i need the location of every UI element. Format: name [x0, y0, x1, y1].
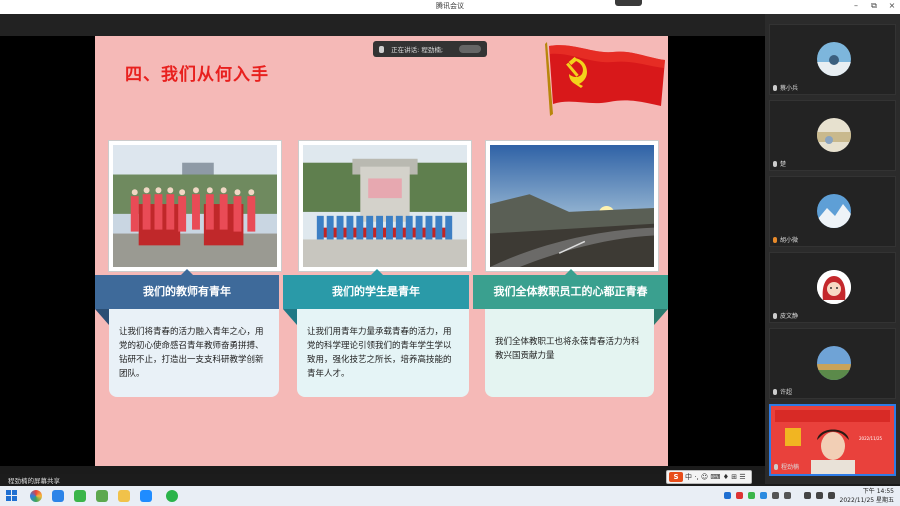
input-method-toolbar[interactable]: S 中 ·, ☺ ⌨ ♦ ⊞ ☰: [666, 470, 752, 484]
microphone-icon: [773, 161, 777, 167]
folder-icon[interactable]: [118, 490, 130, 502]
avatar: [817, 118, 851, 152]
microphone-icon: [773, 389, 777, 395]
participant-tile[interactable]: 楚: [769, 100, 896, 171]
card-heading-staff: 我们全体教职员工的心都正青春: [473, 275, 668, 309]
bluetooth-icon[interactable]: [724, 492, 731, 499]
screen-share-bar: 程劲楠的屏幕共享: [0, 474, 765, 486]
volume-icon[interactable]: [784, 492, 791, 499]
sogou-logo-icon: S: [669, 472, 683, 482]
avatar: [817, 42, 851, 76]
antivirus-icon[interactable]: [736, 492, 743, 499]
teachers-group-photo: [108, 140, 282, 272]
window-title: 腾讯会议: [436, 2, 464, 10]
students-group-photo: [298, 140, 472, 272]
participant-video-active[interactable]: 程劲楠 2022/11/25: [769, 404, 896, 476]
tencent-meeting-icon[interactable]: [140, 490, 152, 502]
network-icon[interactable]: [772, 492, 779, 499]
participant-tile[interactable]: 胡小微: [769, 176, 896, 247]
screen-share-notice: 程劲楠的屏幕共享: [8, 477, 60, 485]
card-pointer-icon: [371, 269, 383, 275]
windows-taskbar: 下午 14:55 2022/11/25 星期五: [0, 486, 900, 506]
party-flag-icon: [545, 42, 665, 116]
window-titlebar: 腾讯会议 – ⧉ ×: [0, 0, 900, 14]
avatar: [817, 194, 851, 228]
speaker-icon[interactable]: [828, 492, 835, 499]
microphone-icon: [773, 85, 777, 91]
microphone-icon: [773, 313, 777, 319]
participant-name: 胡小微: [780, 237, 799, 244]
avatar: [817, 270, 851, 304]
speaking-label: 正在讲话: 程劲楠;: [391, 46, 444, 54]
slide-title: 四、我们从何入手: [125, 65, 269, 85]
wifi-icon[interactable]: [816, 492, 823, 499]
presentation-slide: 正在讲话: 程劲楠; 四、我们从何入手 我们的教师有青年 我们的学生是青年 我们…: [95, 36, 668, 466]
card-heading-teachers: 我们的教师有青年: [95, 275, 279, 309]
clock-time: 下午 14:55: [862, 488, 894, 495]
participant-sidebar: 蔡小兵 楚 胡小微 皮文静 许超 程劲楠 2022/11/25: [765, 14, 900, 484]
audio-level-icon: [459, 45, 481, 53]
wps-icon[interactable]: [74, 490, 86, 502]
ime-options[interactable]: 中 ·, ☺ ⌨ ♦ ⊞ ☰: [685, 473, 746, 481]
wechat-icon[interactable]: [166, 490, 178, 502]
close-button[interactable]: ×: [886, 1, 898, 10]
host-icon: [773, 237, 777, 243]
windows-start-icon[interactable]: [6, 490, 18, 502]
card-fold: [95, 309, 109, 325]
microphone-icon: [774, 464, 778, 470]
participant-tile[interactable]: 皮文静: [769, 252, 896, 323]
spreadsheet-icon[interactable]: [96, 490, 108, 502]
participant-tile[interactable]: 蔡小兵: [769, 24, 896, 95]
card-fold: [654, 309, 668, 325]
card-body-students: 让我们用青年力量承载青春的活力，用党的科学理论引领我们的青年学生学以致用，强化技…: [297, 309, 469, 397]
clock-date: 2022/11/25 星期五: [839, 497, 895, 504]
card-fold: [283, 309, 297, 325]
video-caption: 2022/11/25: [859, 436, 883, 441]
card-heading-students: 我们的学生是青年: [283, 275, 469, 309]
card-pointer-icon: [181, 269, 193, 275]
participant-tile[interactable]: 许超: [769, 328, 896, 399]
card-pointer-icon: [565, 269, 577, 275]
meeting-tray-icon[interactable]: [760, 492, 767, 499]
avatar: [817, 346, 851, 380]
search-app-icon[interactable]: [52, 490, 64, 502]
drag-handle[interactable]: [615, 0, 642, 6]
card-body-teachers: 让我们将青春的活力融入青年之心，用党的初心使命感召青年教师奋勇拼搏、钻研不止，打…: [109, 309, 279, 397]
wechat-tray-icon[interactable]: [748, 492, 755, 499]
system-clock[interactable]: 下午 14:55 2022/11/25 星期五: [840, 487, 895, 505]
participant-name: 许超: [780, 389, 793, 396]
input-language-icon[interactable]: [804, 492, 811, 499]
meeting-toolbar: [0, 14, 765, 36]
minimize-button[interactable]: –: [850, 1, 862, 10]
speaking-indicator: 正在讲话: 程劲楠;: [373, 41, 487, 57]
participant-name: 皮文静: [780, 313, 799, 320]
participant-name: 蔡小兵: [780, 85, 799, 92]
browser-icon[interactable]: [30, 490, 42, 502]
participant-name: 程劲楠: [781, 464, 800, 471]
participant-name: 楚: [780, 161, 787, 168]
maximize-button[interactable]: ⧉: [868, 1, 880, 11]
card-body-staff: 我们全体教职工也将永葆青春活力为科教兴国贡献力量: [485, 309, 654, 397]
microphone-icon: [379, 46, 384, 53]
sunset-road-photo: [485, 140, 659, 272]
